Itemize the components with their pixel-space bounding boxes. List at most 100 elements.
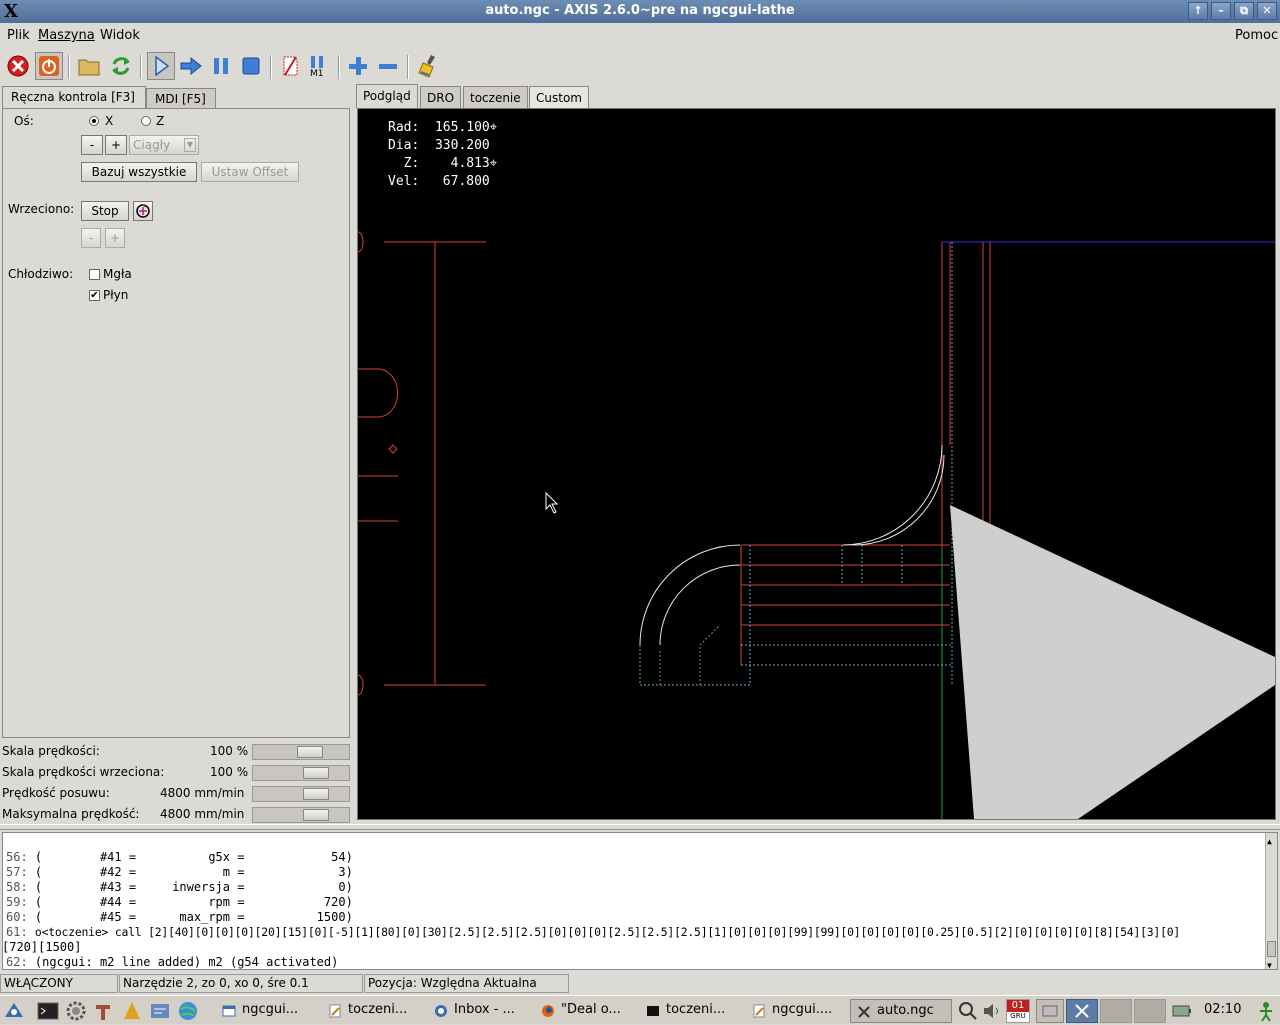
list-item[interactable]: 61: o<toczenie> call [2][40][0][0][0][20… bbox=[6, 925, 1263, 940]
task-toczenie-1[interactable]: toczeni... bbox=[322, 999, 422, 1023]
firefox-icon bbox=[542, 1005, 554, 1017]
search-icon[interactable] bbox=[956, 999, 980, 1023]
tab-dro[interactable]: DRO bbox=[420, 86, 462, 108]
settings-gear-icon[interactable] bbox=[64, 999, 88, 1023]
feed-preview bbox=[659, 624, 990, 686]
spindle-direction-button[interactable] bbox=[133, 201, 153, 221]
pause-icon[interactable] bbox=[207, 52, 235, 80]
maximize-icon[interactable]: ⧉ bbox=[1234, 2, 1254, 20]
user-icon[interactable] bbox=[1254, 999, 1278, 1023]
slider-thumb[interactable] bbox=[297, 746, 323, 758]
run-icon[interactable] bbox=[147, 52, 175, 80]
editor-icon bbox=[753, 1004, 765, 1018]
list-item[interactable]: 58: ( #43 = inwersja = 0) bbox=[6, 880, 1263, 895]
spindle-override-slider[interactable] bbox=[252, 765, 350, 781]
list-item[interactable]: [720][1500] bbox=[2, 940, 1263, 955]
tab-mdi[interactable]: MDI [F5] bbox=[146, 88, 216, 108]
max-velocity-slider[interactable] bbox=[252, 807, 350, 823]
start-menu-icon[interactable] bbox=[2, 999, 26, 1023]
axis-x-radio[interactable] bbox=[89, 116, 99, 126]
line-text: ( #45 = max_rpm = 1500) bbox=[34, 910, 353, 924]
step-icon[interactable] bbox=[177, 52, 205, 80]
pane-divider[interactable] bbox=[0, 824, 1280, 830]
menu-plik[interactable]: Plik bbox=[7, 28, 30, 43]
axis-z-radio[interactable] bbox=[141, 116, 151, 126]
battery-icon[interactable] bbox=[1170, 999, 1194, 1023]
volume-icon[interactable] bbox=[980, 999, 1004, 1023]
menu-maszyna[interactable]: Maszyna bbox=[38, 28, 95, 43]
jog-speed-slider[interactable] bbox=[252, 786, 350, 802]
task-auto-ngc[interactable]: auto.ngc bbox=[850, 999, 952, 1023]
slider-thumb[interactable] bbox=[303, 788, 329, 800]
spindle-stop-button[interactable]: Stop bbox=[81, 201, 129, 221]
zoom-out-icon[interactable] bbox=[374, 52, 402, 80]
set-offset-button[interactable]: Ustaw Offset bbox=[201, 162, 299, 182]
workspace-4[interactable] bbox=[1134, 999, 1166, 1023]
home-all-button[interactable]: Bazuj wszystkie bbox=[81, 162, 197, 182]
open-file-icon[interactable] bbox=[75, 52, 103, 80]
shade-up-icon[interactable]: ↑ bbox=[1188, 2, 1208, 20]
gcode-listing[interactable]: 56: ( #41 = g5x = 54) 57: ( #42 = m = 3) 5… bbox=[2, 832, 1278, 970]
close-icon[interactable]: ✕ bbox=[1257, 2, 1277, 20]
stop-icon[interactable] bbox=[237, 52, 265, 80]
task-inbox[interactable]: Inbox - ... bbox=[428, 999, 532, 1023]
log-scrollbar[interactable]: ▲ ▼ bbox=[1265, 833, 1277, 970]
estop-icon[interactable] bbox=[4, 52, 32, 80]
optional-stop-icon[interactable]: M1 bbox=[305, 52, 333, 80]
task-toczenie-2[interactable]: toczeni... bbox=[640, 999, 740, 1023]
flood-checkbox[interactable]: ✔ bbox=[89, 290, 100, 301]
spindle-faster-button[interactable]: + bbox=[105, 228, 125, 248]
workspace-1[interactable] bbox=[1036, 999, 1064, 1023]
tools-icon[interactable] bbox=[92, 999, 116, 1023]
workspace-3[interactable] bbox=[1100, 999, 1132, 1023]
list-item[interactable]: 57: ( #42 = m = 3) bbox=[6, 865, 1263, 880]
spindle-slower-button[interactable]: - bbox=[81, 228, 101, 248]
spindle-override-label: Skala prędkości wrzeciona: bbox=[2, 765, 165, 779]
reload-icon[interactable] bbox=[107, 52, 135, 80]
scroll-up-icon[interactable]: ▲ bbox=[1267, 834, 1276, 846]
axis-label: Oś: bbox=[14, 114, 34, 128]
axis-launcher-icon[interactable] bbox=[120, 999, 144, 1023]
menu-widok[interactable]: Widok bbox=[100, 28, 140, 43]
tab-toczenie[interactable]: toczenie bbox=[463, 86, 528, 108]
slider-thumb[interactable] bbox=[303, 809, 329, 821]
task-ngcgui-2[interactable]: ngcgui.... bbox=[746, 999, 846, 1023]
task-ngcgui-1[interactable]: ngcgui... bbox=[216, 999, 316, 1023]
minimize-icon[interactable]: – bbox=[1211, 2, 1231, 20]
task-label: "Deal o... bbox=[561, 1002, 621, 1017]
network-icon[interactable] bbox=[148, 999, 172, 1023]
list-item[interactable]: 60: ( #45 = max_rpm = 1500) bbox=[6, 910, 1263, 925]
line-text: ( #42 = m = 3) bbox=[34, 865, 353, 879]
tab-manual-control[interactable]: Ręczna kontrola [F3] bbox=[2, 86, 146, 108]
jog-mode-select[interactable]: Ciągły ▼ bbox=[129, 135, 199, 155]
scroll-down-icon[interactable]: ▼ bbox=[1267, 958, 1276, 970]
list-item[interactable]: 56: ( #41 = g5x = 54) bbox=[6, 850, 1263, 865]
slider-thumb[interactable] bbox=[303, 767, 329, 779]
task-label: toczeni... bbox=[348, 1002, 408, 1017]
calendar-icon[interactable]: 01 GRU bbox=[1006, 999, 1030, 1023]
chevron-down-icon: ▼ bbox=[184, 138, 196, 152]
scrollbar-thumb[interactable] bbox=[1267, 941, 1276, 957]
menu-pomoc[interactable]: Pomoc bbox=[1235, 28, 1278, 43]
browser-globe-icon[interactable] bbox=[176, 999, 200, 1023]
tab-custom[interactable]: Custom bbox=[529, 86, 589, 108]
jog-plus-button[interactable]: + bbox=[105, 135, 127, 155]
terminal-launcher-icon[interactable] bbox=[36, 999, 60, 1023]
tab-preview[interactable]: Podgląd bbox=[356, 84, 418, 108]
feed-override-slider[interactable] bbox=[252, 744, 350, 760]
machine-power-icon[interactable] bbox=[35, 52, 63, 80]
toolpath-preview[interactable]: Rad: 165.100⌖ Dia: 330.200 Z: 4.813⌖ Vel… bbox=[357, 108, 1276, 820]
block-delete-icon[interactable] bbox=[276, 52, 304, 80]
task-deal[interactable]: "Deal o... bbox=[535, 999, 635, 1023]
max-velocity-value: 4800 mm/min bbox=[160, 807, 245, 821]
line-text: ( #41 = g5x = 54) bbox=[34, 850, 353, 864]
jog-minus-button[interactable]: - bbox=[81, 135, 103, 155]
list-item[interactable]: 62: (ngcgui: m2 line added) m2 (g54 acti… bbox=[6, 955, 1263, 970]
mist-checkbox[interactable] bbox=[89, 269, 100, 280]
menu-bar: Plik Maszyna Widok Pomoc bbox=[0, 23, 1280, 47]
workspace-2[interactable] bbox=[1066, 999, 1098, 1023]
list-item[interactable]: 59: ( #44 = rpm = 720) bbox=[6, 895, 1263, 910]
clear-plot-icon[interactable] bbox=[415, 52, 443, 80]
spindle-override-row: Skala prędkości wrzeciona: 100 % bbox=[2, 763, 350, 783]
zoom-in-icon[interactable] bbox=[344, 52, 372, 80]
